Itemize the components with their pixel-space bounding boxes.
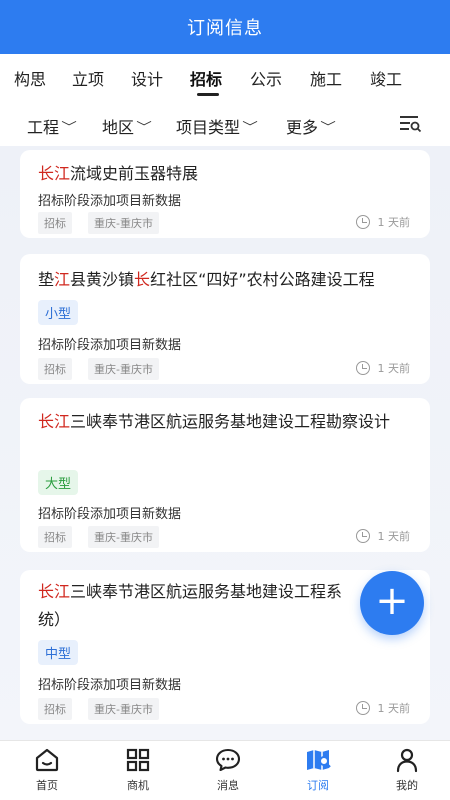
title-text: 红社区“四好”农村公路建设工程 [150, 270, 375, 289]
nav-item-home[interactable]: 首页 [7, 747, 87, 793]
stage-tag: 招标 [38, 526, 72, 548]
tab-goushi[interactable]: 构思 [14, 66, 46, 90]
filter-project[interactable]: 工程 ﹀ [27, 114, 77, 138]
title-highlight: 长江 [38, 582, 71, 601]
home-icon [35, 748, 59, 772]
title-highlight: 长江 [38, 164, 71, 183]
nav-label: 商机 [127, 779, 149, 792]
stage-tag: 招标 [38, 358, 72, 380]
clock-icon [355, 215, 370, 229]
project-title: 长江流域史前玉器特展 [38, 160, 418, 188]
region-tag: 重庆-重庆市 [88, 526, 159, 548]
filter-list-icon[interactable] [398, 112, 422, 136]
filter-label: 更多 [286, 118, 319, 137]
chat-icon [215, 748, 241, 772]
stage-description: 招标阶段添加项目新数据 [38, 338, 182, 353]
add-subscription-button[interactable]: + [360, 571, 424, 635]
project-list: 长江流域史前玉器特展 招标阶段添加项目新数据 招标 重庆-重庆市 1 天前 垫江… [0, 146, 450, 740]
project-title: 长江三峡奉节港区航运服务基地建设工程勘察设计 [38, 408, 418, 436]
region-tag: 重庆-重庆市 [88, 698, 159, 720]
plus-icon: + [375, 578, 409, 624]
timestamp: 1 天前 [355, 528, 411, 544]
tab-jungong[interactable]: 竣工 [370, 66, 402, 90]
filter-project-type[interactable]: 项目类型 ﹀ [176, 114, 258, 138]
grid-icon [126, 748, 150, 772]
filter-region[interactable]: 地区 ﹀ [102, 114, 152, 138]
title-text: 三峡奉节港区航运服务基地建设工程系统） [38, 582, 343, 629]
title-text: 流域史前玉器特展 [70, 164, 199, 183]
map-icon [307, 750, 331, 770]
title-highlight: 长江 [38, 412, 71, 431]
clock-icon [355, 361, 370, 375]
tab-shigong[interactable]: 施工 [310, 66, 342, 90]
project-title: 垫江县黄沙镇长红社区“四好”农村公路建设工程 [38, 266, 418, 294]
tab-gongshi[interactable]: 公示 [250, 66, 282, 90]
time-text: 1 天前 [377, 362, 411, 375]
stage-tabs: 构思 立项 设计 招标 公示 施工 竣工 [0, 54, 450, 102]
project-card[interactable]: 长江流域史前玉器特展 招标阶段添加项目新数据 招标 重庆-重庆市 1 天前 [20, 150, 430, 238]
filter-more[interactable]: 更多 ﹀ [286, 114, 336, 138]
filter-label: 项目类型 [176, 118, 241, 137]
chevron-down-icon: ﹀ [242, 119, 258, 134]
stage-tag: 招标 [38, 212, 72, 234]
title-highlight: 长 [134, 270, 151, 289]
timestamp: 1 天前 [355, 360, 411, 376]
timestamp: 1 天前 [355, 214, 411, 230]
region-tag: 重庆-重庆市 [88, 358, 159, 380]
project-card[interactable]: 长江三峡奉节港区航运服务基地建设工程勘察设计 大型 招标阶段添加项目新数据 招标… [20, 398, 430, 552]
nav-label: 我的 [396, 779, 418, 792]
chevron-down-icon: ﹀ [61, 119, 77, 134]
user-icon [396, 748, 418, 773]
time-text: 1 天前 [377, 216, 411, 229]
region-tag: 重庆-重庆市 [88, 212, 159, 234]
stage-tag: 招标 [38, 698, 72, 720]
nav-item-me[interactable]: 我的 [367, 747, 447, 793]
time-text: 1 天前 [377, 702, 411, 715]
size-badge: 大型 [38, 470, 79, 495]
nav-item-opportunities[interactable]: 商机 [98, 747, 178, 793]
nav-item-messages[interactable]: 消息 [188, 747, 268, 793]
size-badge: 中型 [38, 640, 79, 665]
nav-label: 首页 [36, 779, 58, 792]
chevron-down-icon: ﹀ [320, 119, 336, 134]
project-card[interactable]: 垫江县黄沙镇长红社区“四好”农村公路建设工程 小型 招标阶段添加项目新数据 招标… [20, 254, 430, 384]
nav-item-subscribe[interactable]: 订阅 [278, 747, 358, 793]
title-highlight: 江 [54, 270, 71, 289]
active-tab-indicator [197, 93, 219, 96]
title-text: 县黄沙镇 [70, 270, 135, 289]
title-text: 三峡奉节港区航运服务基地建设工程勘察设计 [70, 412, 391, 431]
clock-icon [355, 529, 370, 543]
filter-label: 地区 [102, 118, 135, 137]
filter-bar: 工程 ﹀ 地区 ﹀ 项目类型 ﹀ 更多 ﹀ [0, 102, 450, 146]
time-text: 1 天前 [377, 530, 411, 543]
stage-description: 招标阶段添加项目新数据 [38, 507, 182, 522]
title-text: 垫 [38, 270, 55, 289]
stage-description: 招标阶段添加项目新数据 [38, 194, 182, 209]
app-header: 订阅信息 [0, 0, 450, 54]
page-title: 订阅信息 [187, 18, 263, 39]
stage-description: 招标阶段添加项目新数据 [38, 678, 182, 693]
bottom-nav: 首页 商机 消息 订阅 我的 [0, 740, 450, 800]
clock-icon [355, 701, 370, 715]
tab-lixiang[interactable]: 立项 [72, 66, 104, 90]
nav-label: 消息 [217, 779, 239, 792]
filter-label: 工程 [27, 118, 60, 137]
project-title: 长江三峡奉节港区航运服务基地建设工程系统） [38, 578, 356, 634]
tab-zhaobiao[interactable]: 招标 [190, 66, 222, 90]
nav-label: 订阅 [307, 779, 329, 792]
timestamp: 1 天前 [355, 700, 411, 716]
chevron-down-icon: ﹀ [136, 119, 152, 134]
size-badge: 小型 [38, 300, 79, 325]
tab-sheji[interactable]: 设计 [131, 66, 163, 90]
